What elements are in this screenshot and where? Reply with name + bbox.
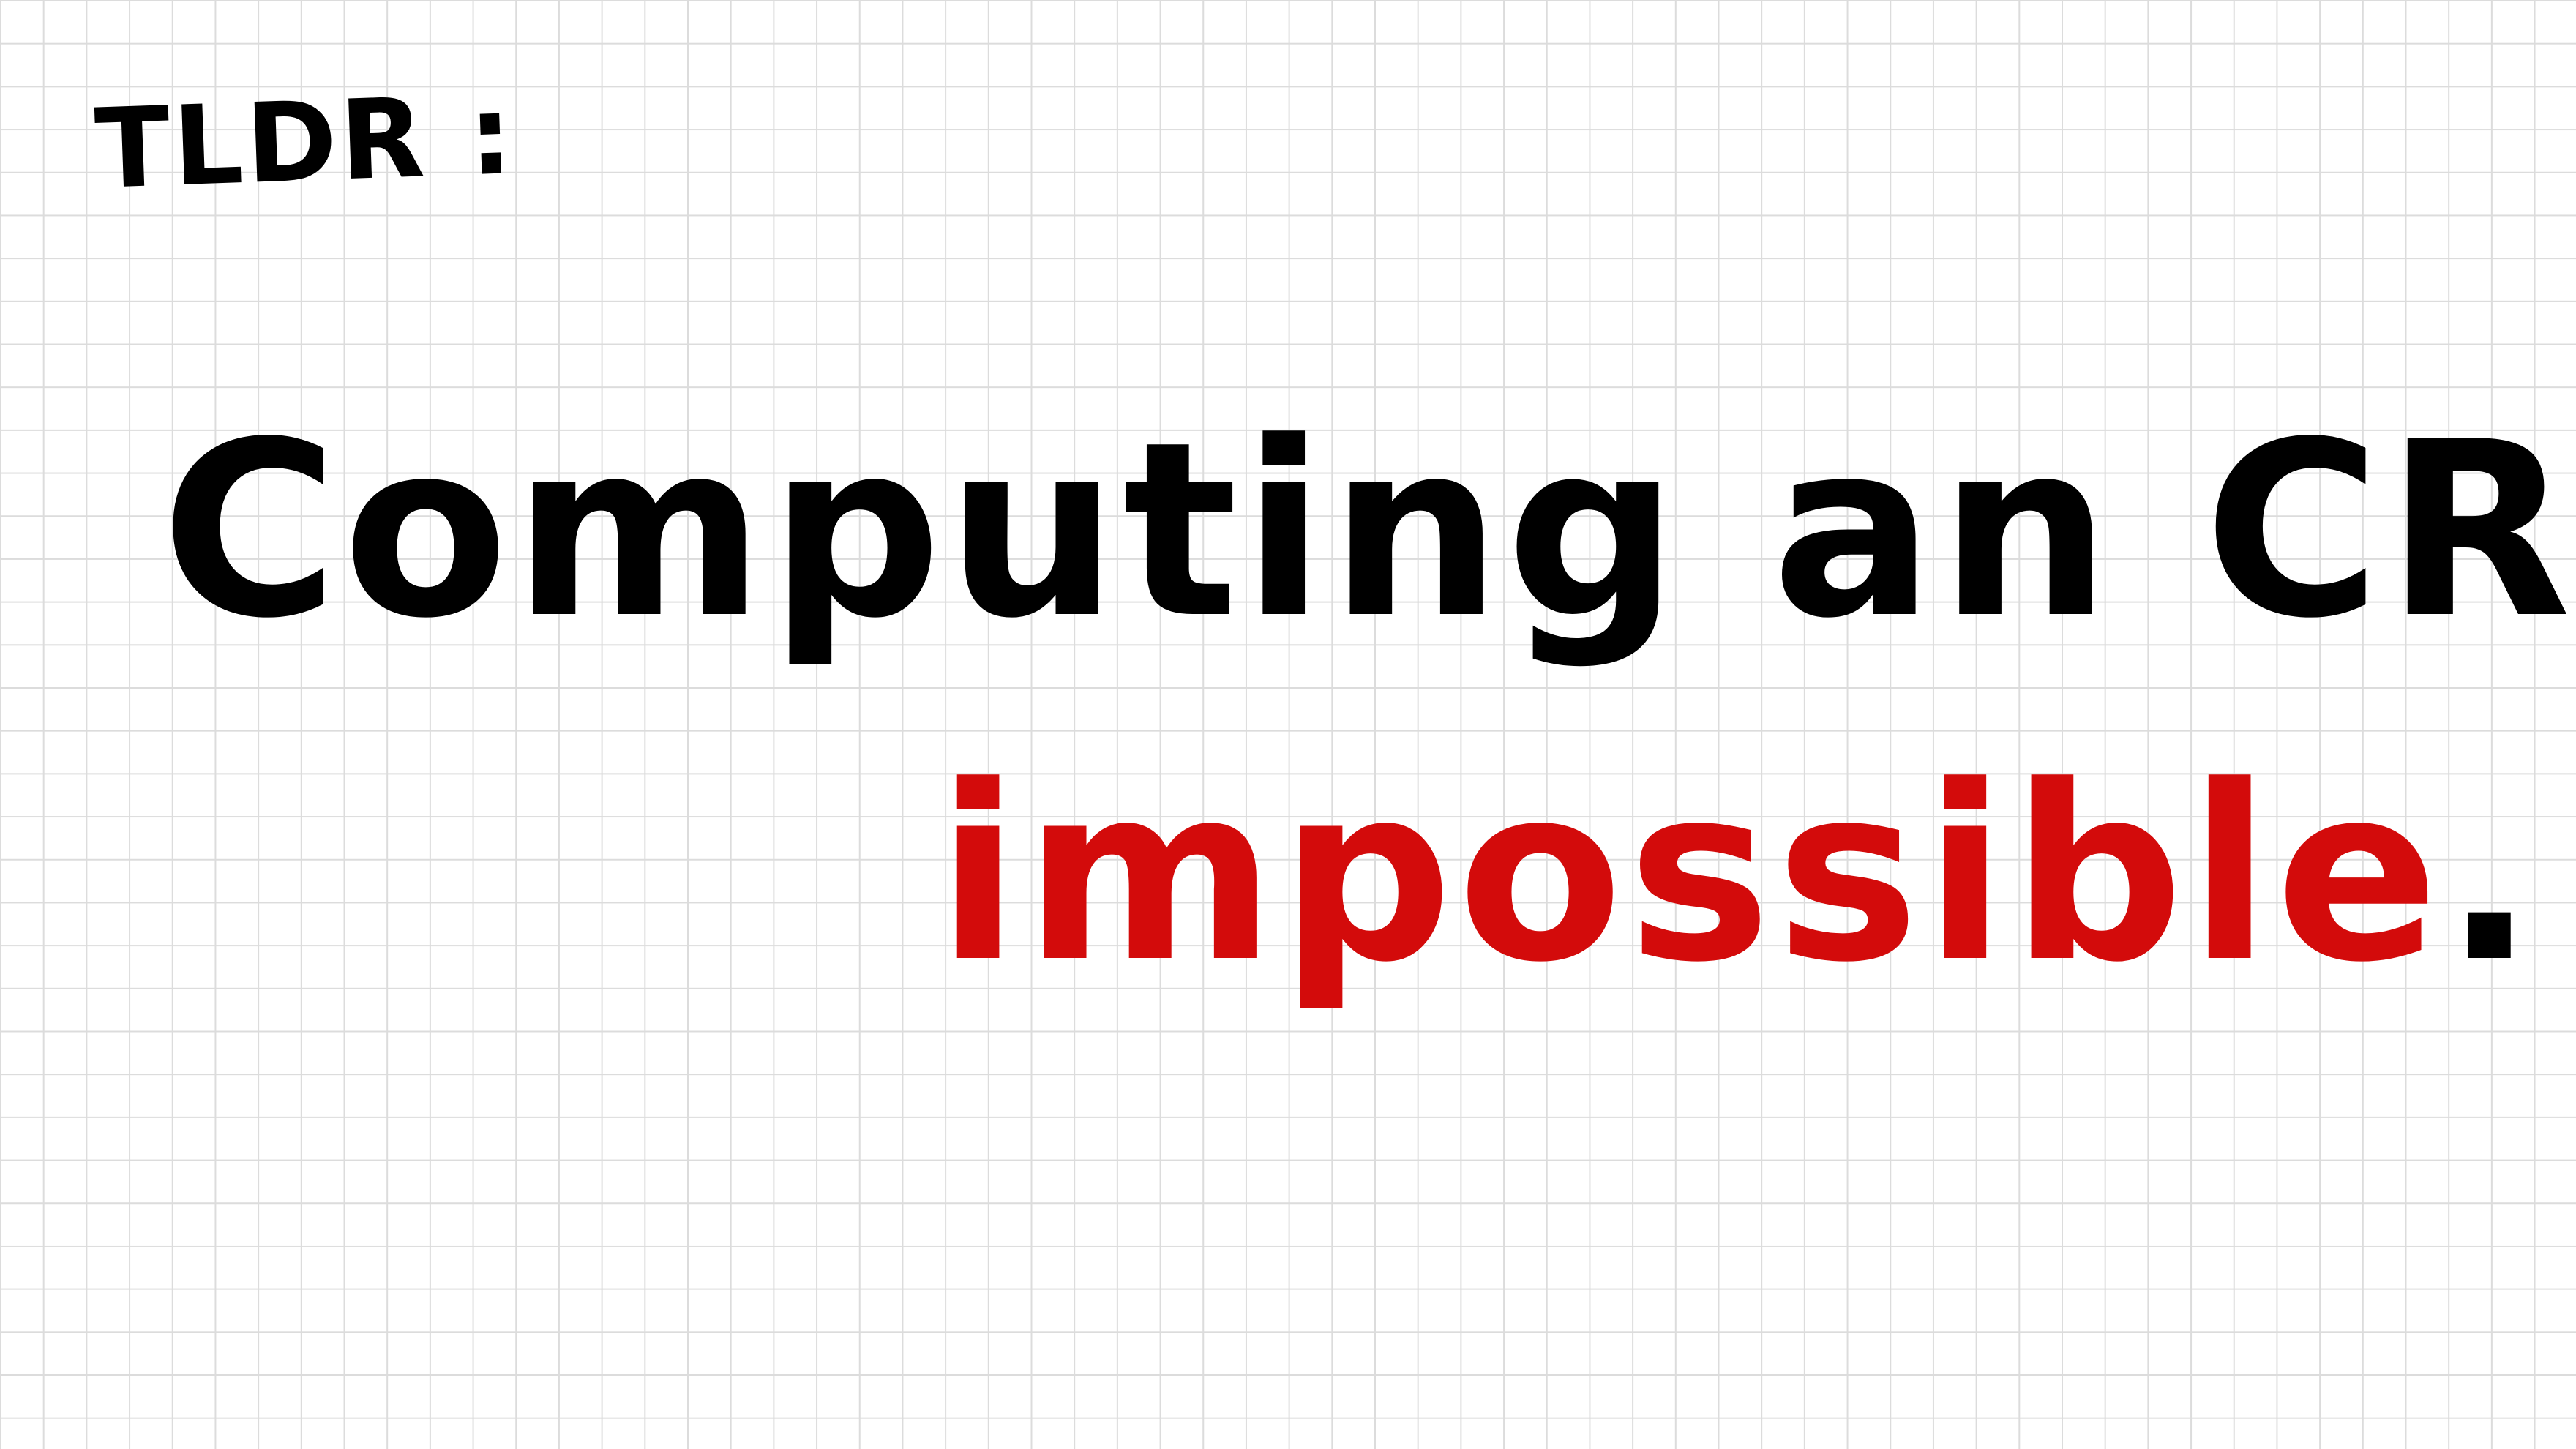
- sentence-period: .: [2444, 734, 2540, 1015]
- sentence-line-2: impossible.: [937, 754, 2539, 995]
- grid-paper-canvas: TLDR : Computing an CRSM is impossible.: [0, 0, 2576, 1449]
- sentence-line-1: Computing an CRSM is: [161, 390, 2576, 671]
- emphasis-word: impossible: [937, 734, 2444, 1015]
- tldr-heading: TLDR :: [93, 72, 517, 214]
